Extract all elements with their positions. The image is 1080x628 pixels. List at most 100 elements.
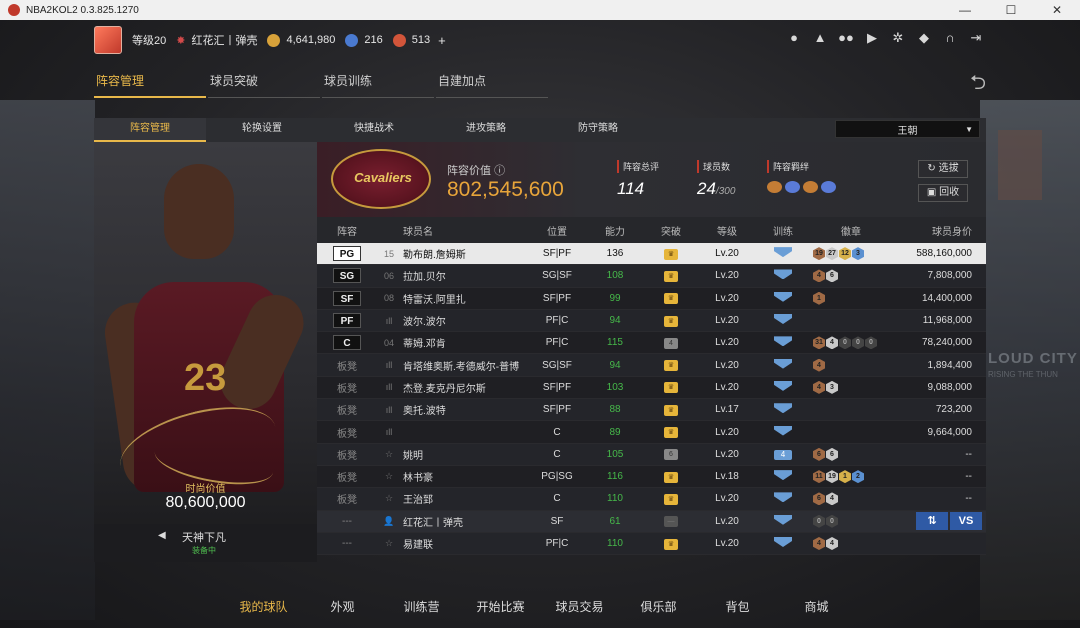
player-name: 勒布朗.詹姆斯 (403, 250, 466, 262)
training-cell[interactable] (755, 314, 811, 327)
breakthrough-cell[interactable]: ♛ (643, 248, 699, 260)
table-row[interactable]: 板凳 ıll 肯塔维奥斯.考德威尔-普博 SG|SF 94 ♛ Lv.20 4 1,894,40… (317, 354, 986, 377)
training-cell[interactable] (755, 537, 811, 550)
breakthrough-cell[interactable]: ♛ (643, 426, 699, 439)
maximize-button[interactable]: ☐ (988, 3, 1034, 17)
subtab-offense[interactable]: 进攻策略 (430, 118, 542, 142)
breakthrough-cell[interactable]: 6 (643, 448, 699, 461)
subtab-defense[interactable]: 防守策略 (542, 118, 654, 142)
tab-player-breakthrough[interactable]: 球员突破 (208, 70, 320, 98)
training-cell[interactable] (755, 492, 811, 505)
badges-cell[interactable]: 1 (811, 291, 891, 305)
prev-arrow-icon[interactable]: ◀ (158, 530, 166, 541)
breakthrough-cell[interactable]: ♛ (643, 471, 699, 483)
recharge-plus-button[interactable]: + (438, 33, 446, 48)
minimize-button[interactable]: — (942, 3, 988, 17)
training-cell[interactable] (755, 380, 811, 394)
breakthrough-cell[interactable]: ♛ (643, 270, 699, 282)
subtab-rotation[interactable]: 轮换设置 (206, 118, 318, 142)
badges-cell[interactable]: 44 (811, 537, 891, 550)
nav-start-game[interactable]: 开始比赛 (461, 598, 540, 615)
breakthrough-cell[interactable]: — (643, 515, 699, 528)
nav-my-team[interactable]: 我的球队 (224, 598, 303, 615)
breakthrough-cell[interactable]: ♛ (643, 359, 699, 372)
nav-shop[interactable]: 商城 (777, 598, 856, 615)
avatar[interactable] (94, 26, 122, 54)
select-button[interactable]: ↻ 选拔 (918, 160, 968, 178)
tab-lineup-management[interactable]: 阵容管理 (94, 70, 206, 98)
dynasty-select[interactable]: 王朝 ▼ (835, 120, 980, 138)
tab-custom-points[interactable]: 自建加点 (436, 70, 548, 98)
exit-icon[interactable]: ⇥ (968, 30, 984, 46)
user-icon[interactable]: ● (786, 30, 802, 46)
breakthrough-cell[interactable]: ♛ (643, 292, 699, 305)
training-cell[interactable] (755, 269, 811, 282)
nav-club[interactable]: 俱乐部 (619, 598, 698, 615)
breakthrough-cell[interactable]: ♛ (643, 404, 699, 416)
table-row[interactable]: --- ☆ 易建联 PF|C 110 ♛ Lv.20 4 4 (317, 532, 986, 556)
badges-cell[interactable]: 00 (811, 514, 891, 528)
training-cell[interactable] (755, 291, 811, 305)
nav-training-camp[interactable]: 训练营 (382, 598, 461, 615)
training-cell[interactable] (755, 247, 811, 260)
breakthrough-cell[interactable]: ♛ (643, 315, 699, 327)
badges-cell[interactable]: 19 27 12 3 (811, 247, 891, 261)
table-row[interactable]: 板凳 ☆ 姚明 C 105 6 Lv.20 4 6 6 -- (317, 443, 986, 466)
breakthrough-cell[interactable]: ♛ (643, 493, 699, 505)
training-cell[interactable] (755, 470, 811, 483)
badges-cell[interactable]: 11 19 1 2 (811, 470, 891, 484)
recycle-button[interactable]: ▣ 回收 (918, 184, 968, 202)
skill-selector[interactable]: ◀ 天神下凡 装备中 (94, 524, 317, 562)
video-icon[interactable]: ▶ (864, 30, 880, 46)
training-cell[interactable] (755, 514, 811, 528)
swap-button[interactable]: ⇅ (916, 512, 948, 531)
table-row[interactable]: C 04 蒂姆.邓肯 PF|C 115 4 Lv.20 31 4 0 0 0 78,240,000 (317, 332, 986, 355)
training-icon (774, 269, 792, 280)
headset-icon[interactable]: ∩ (942, 30, 958, 46)
friends-icon[interactable]: ●● (838, 30, 854, 46)
nav-appearance[interactable]: 外观 (303, 598, 382, 615)
breakthrough-cell[interactable]: ♛ (643, 381, 699, 394)
table-row[interactable]: 板凳 ıll 杰登.麦克丹尼尔斯 SF|PF 103 ♛ Lv.20 4 3 9,088,000 (317, 376, 986, 400)
bell-icon[interactable]: ▲ (812, 30, 828, 46)
team-bonds[interactable]: 阵容羁绊 (767, 160, 836, 193)
table-row[interactable]: 板凳 ıll C 89 ♛ Lv.20 9,664,000 (317, 421, 986, 444)
table-row[interactable]: PG 15 勒布朗.詹姆斯 SF|PF 136 ♛ Lv.20 19 27 12 3 588,160,… (317, 243, 986, 266)
training-cell[interactable] (755, 336, 811, 349)
badges-cell[interactable]: 46 (811, 269, 891, 283)
vs-button[interactable]: VS (950, 512, 982, 531)
badges-cell[interactable]: 43 (811, 380, 891, 394)
nav-backpack[interactable]: 背包 (698, 598, 777, 615)
training-cell[interactable] (755, 403, 811, 416)
badges-cell[interactable]: 31 4 0 0 0 (811, 336, 891, 350)
player-number: ıll (385, 404, 393, 415)
gear-icon[interactable]: ✲ (890, 30, 906, 46)
badges-cell[interactable]: 4 (811, 358, 891, 372)
training-cell[interactable]: 4 (755, 449, 811, 460)
table-row[interactable]: SF 08 特雷沃.阿里扎 SF|PF 99 ♛ Lv.20 1 14,400,000 (317, 287, 986, 310)
table-row[interactable]: 板凳 ☆ 王治郅 C 110 ♛ Lv.20 6 4 -- (317, 488, 986, 511)
training-cell[interactable] (755, 358, 811, 372)
table-row[interactable]: SG 06 拉加.贝尔 SG|SF 108 ♛ Lv.20 4 6 7,808,000 (317, 265, 986, 288)
badge-icon: 0 (852, 336, 864, 350)
player-number: ıll (385, 315, 393, 326)
subtab-lineup[interactable]: 阵容管理 (94, 118, 206, 142)
nav-trade[interactable]: 球员交易 (540, 598, 619, 615)
subtab-quick-tactics[interactable]: 快捷战术 (318, 118, 430, 142)
breakthrough-cell[interactable]: 4 (643, 337, 699, 349)
table-row[interactable]: PF ıll 波尔.波尔 PF|C 94 ♛ Lv.20 11,968,000 (317, 309, 986, 333)
table-row[interactable]: 板凳 ıll 奥托.波特 SF|PF 88 ♛ Lv.17 723,200 (317, 399, 986, 422)
table-row[interactable]: 板凳 ☆ 林书豪 PG|SG 116 ♛ Lv.18 11 19 1 2 -- (317, 465, 986, 489)
tab-player-training[interactable]: 球员训练 (322, 70, 434, 98)
player-card[interactable]: 23 时尚价值 80,600,000 ◀ 天神下凡 装备中 (94, 142, 317, 562)
badges-cell[interactable]: 64 (811, 492, 891, 506)
table-row[interactable]: --- 👤 红花汇丨弹壳 SF 61 — Lv.20 0 0 ⇅ VS (317, 510, 986, 533)
back-arrow-icon[interactable]: ⮌ (970, 68, 986, 102)
shield-icon[interactable]: ◆ (916, 30, 932, 46)
player-position: SF (550, 515, 564, 527)
breakthrough-cell[interactable]: ♛ (643, 538, 699, 550)
close-button[interactable]: ✕ (1034, 3, 1080, 17)
training-cell[interactable] (755, 425, 811, 439)
player-position: PF|C (545, 337, 569, 349)
badges-cell[interactable]: 66 (811, 447, 891, 461)
